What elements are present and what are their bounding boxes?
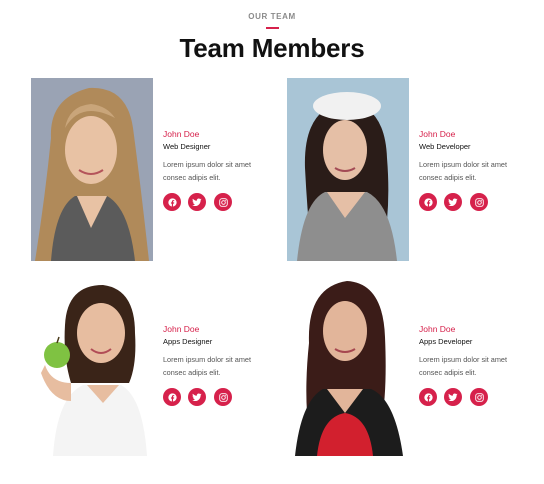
member-name[interactable]: John Doe bbox=[419, 129, 455, 139]
team-member-card: John Doe Apps Developer Lorem ipsum dolo… bbox=[287, 273, 527, 458]
member-bio: Lorem ipsum dolor sit amet consec adipis… bbox=[419, 355, 508, 377]
team-member-card: John Doe Apps Designer Lorem ipsum dolor… bbox=[31, 273, 271, 458]
twitter-icon bbox=[192, 392, 202, 401]
member-photo bbox=[31, 273, 153, 456]
team-member-card: John Doe Web Developer Lorem ipsum dolor… bbox=[287, 78, 527, 263]
social-links bbox=[163, 193, 243, 211]
member-photo bbox=[287, 78, 409, 261]
instagram-icon bbox=[474, 197, 484, 207]
member-photo bbox=[31, 78, 153, 261]
facebook-icon bbox=[167, 197, 177, 207]
instagram-icon bbox=[218, 197, 228, 207]
member-photo bbox=[287, 273, 409, 456]
member-bio: Lorem ipsum dolor sit amet consec adipis… bbox=[419, 160, 508, 182]
section-title: Team Members bbox=[179, 33, 365, 63]
facebook-link[interactable] bbox=[419, 193, 437, 211]
section-eyebrow: OUR TEAM bbox=[248, 12, 296, 21]
team-member-card: John Doe Web Designer Lorem ipsum dolor … bbox=[31, 78, 271, 263]
eyebrow-divider bbox=[266, 27, 279, 29]
member-role: Apps Designer bbox=[163, 337, 213, 346]
twitter-icon bbox=[192, 197, 202, 206]
facebook-icon bbox=[423, 197, 433, 207]
instagram-icon bbox=[474, 392, 484, 402]
member-role: Web Designer bbox=[163, 142, 211, 151]
twitter-link[interactable] bbox=[188, 388, 206, 406]
instagram-link[interactable] bbox=[470, 388, 488, 406]
facebook-link[interactable] bbox=[419, 388, 437, 406]
facebook-link[interactable] bbox=[163, 193, 181, 211]
facebook-link[interactable] bbox=[163, 388, 181, 406]
member-bio: Lorem ipsum dolor sit amet consec adipis… bbox=[163, 160, 252, 182]
instagram-link[interactable] bbox=[214, 193, 232, 211]
twitter-link[interactable] bbox=[188, 193, 206, 211]
social-links bbox=[419, 193, 499, 211]
instagram-icon bbox=[218, 392, 228, 402]
twitter-icon bbox=[448, 197, 458, 206]
social-links bbox=[163, 388, 243, 406]
social-links bbox=[419, 388, 499, 406]
facebook-icon bbox=[167, 392, 177, 402]
facebook-icon bbox=[423, 392, 433, 402]
member-role: Apps Developer bbox=[419, 337, 473, 346]
instagram-link[interactable] bbox=[214, 388, 232, 406]
member-name[interactable]: John Doe bbox=[419, 324, 455, 334]
member-role: Web Developer bbox=[419, 142, 471, 151]
member-bio: Lorem ipsum dolor sit amet consec adipis… bbox=[163, 355, 252, 377]
member-name[interactable]: John Doe bbox=[163, 129, 199, 139]
twitter-link[interactable] bbox=[444, 388, 462, 406]
instagram-link[interactable] bbox=[470, 193, 488, 211]
twitter-link[interactable] bbox=[444, 193, 462, 211]
member-name[interactable]: John Doe bbox=[163, 324, 199, 334]
twitter-icon bbox=[448, 392, 458, 401]
